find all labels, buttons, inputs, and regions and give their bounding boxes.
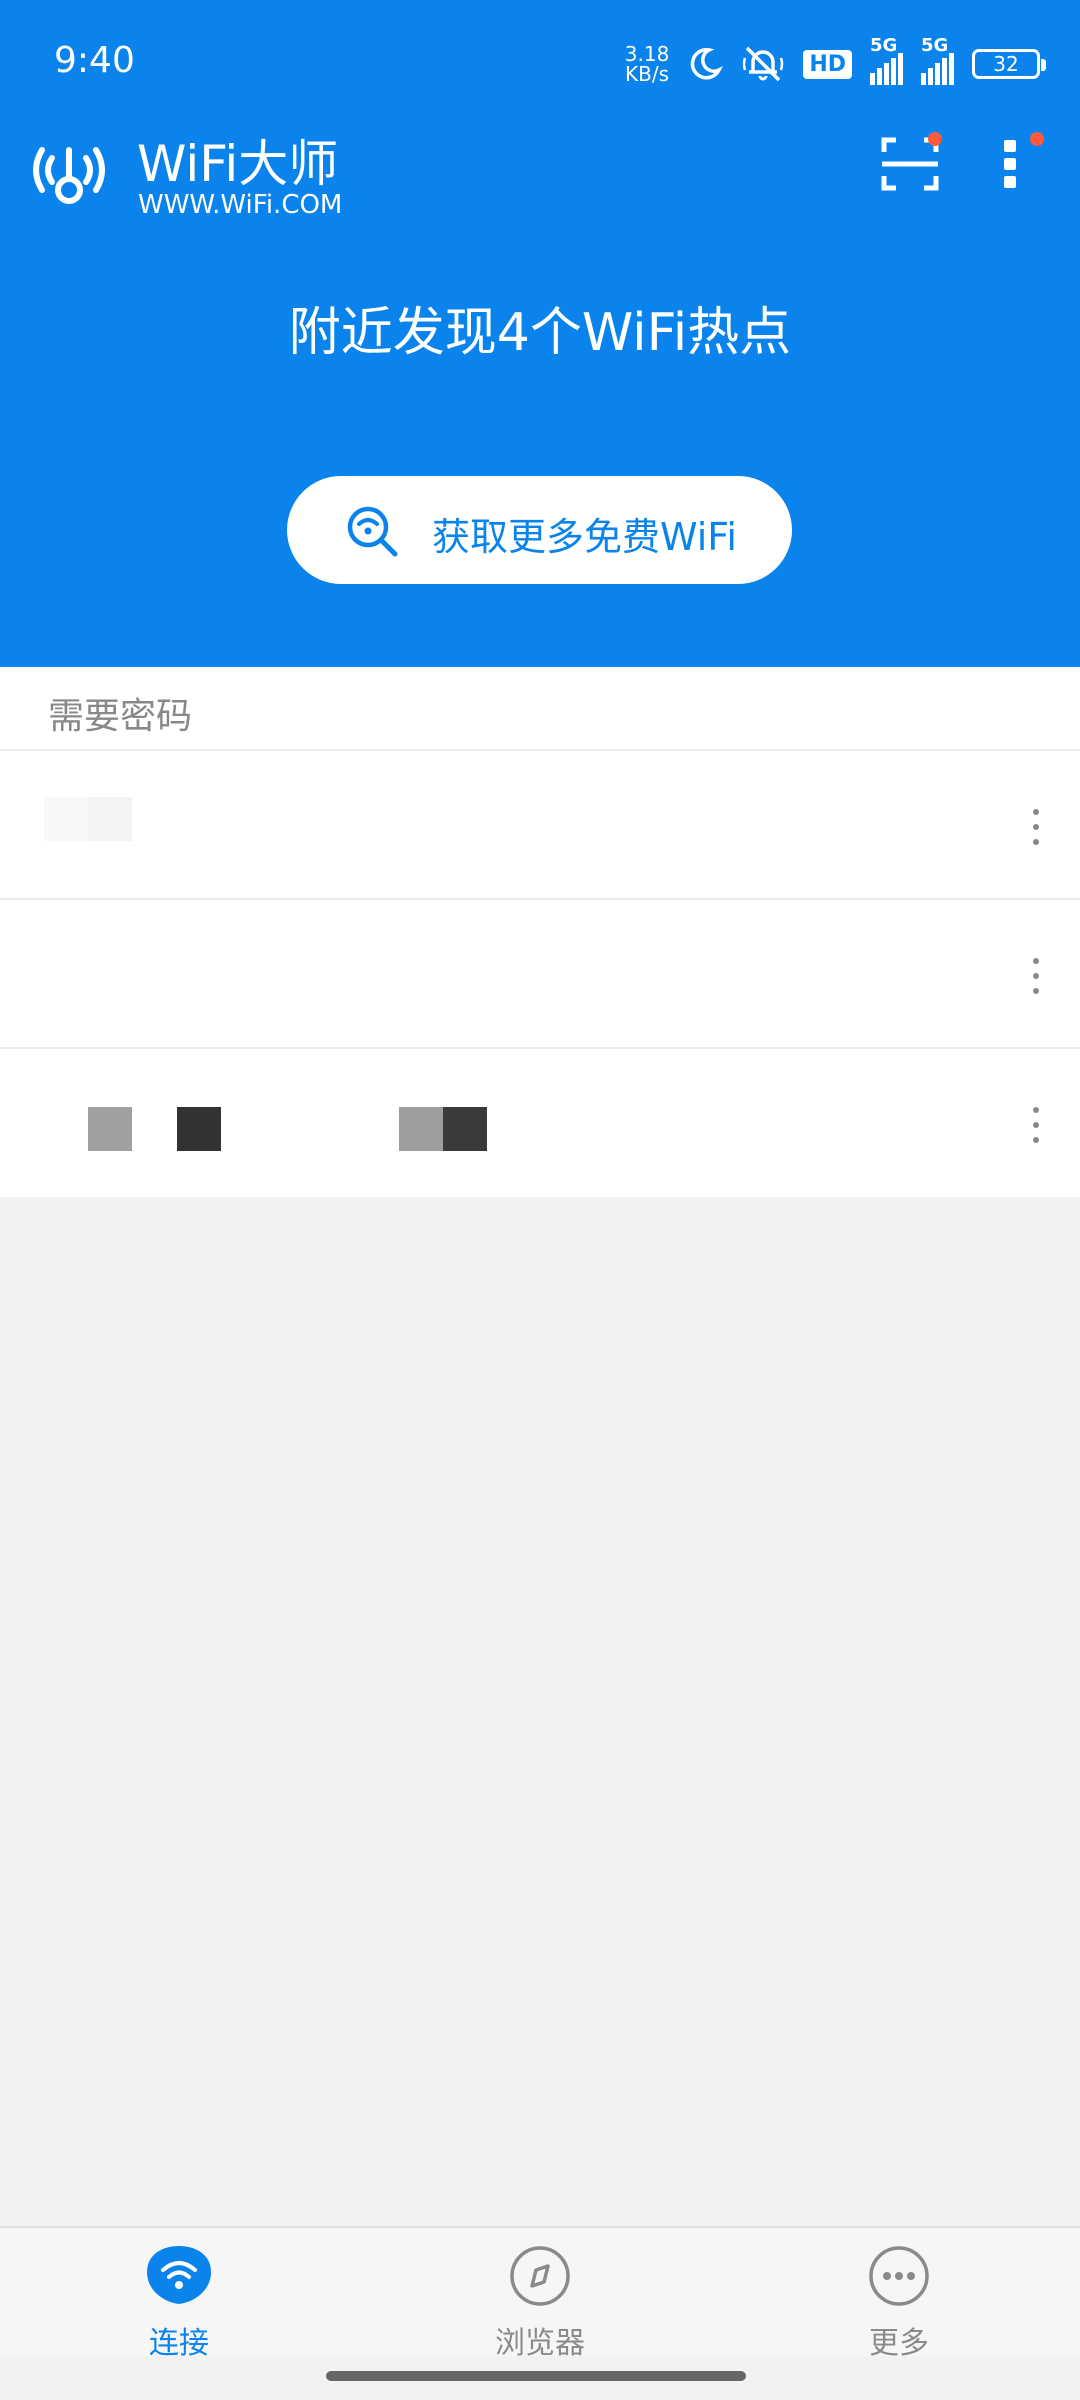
overflow-menu-button[interactable] [990,132,1044,196]
wifi-icon [147,2246,211,2304]
wifi-list: 需要密码 [0,667,1080,1197]
wifi-more-options-button[interactable] [1026,1105,1046,1145]
hd-badge: HD [803,49,852,79]
status-icons: 3.18 KB/s HD 5G 5G 32 [625,35,1046,88]
network-speed-unit: KB/s [625,62,670,86]
compass-icon [510,2246,570,2306]
scan-notification-dot [928,132,942,146]
nav-tab-connect[interactable]: 连接 [79,2242,279,2362]
search-wifi-icon [347,506,398,557]
get-more-wifi-label: 获取更多免费WiFi [432,515,737,559]
menu-notification-dot [1030,132,1044,146]
nav-tab-browser[interactable]: 浏览器 [440,2242,640,2362]
app-logo-icon [33,147,105,204]
wifi-row[interactable] [0,900,1080,1049]
get-more-wifi-button[interactable]: 获取更多免费WiFi [287,476,792,584]
hotspot-count-message: 附近发现4个WiFi热点 [288,303,792,363]
redacted-wifi-name [44,797,88,841]
nav-tab-connect-label: 连接 [149,2326,209,2361]
status-bar: 9:40 3.18 KB/s HD 5G 5G 32 [0,0,1080,120]
scan-button[interactable] [880,132,942,192]
battery-level: 32 [993,52,1019,76]
redacted-wifi-name [88,1107,132,1151]
network-speed: 3.18 KB/s [625,44,670,84]
bottom-nav: 连接 浏览器 更多 [0,2226,1080,2361]
wifi-row[interactable] [0,751,1080,900]
wifi-more-options-button[interactable] [1026,807,1046,847]
more-icon [869,2246,929,2306]
battery-icon: 32 [972,49,1046,79]
moon-icon [691,48,724,80]
redacted-block [443,1107,487,1151]
bell-off-icon [743,46,784,82]
wifi-more-options-button[interactable] [1026,956,1046,996]
nav-tab-more-label: 更多 [869,2326,929,2361]
section-title: 需要密码 [0,667,1080,751]
app-title: WiFi大师 [137,135,339,193]
wifi-row[interactable] [0,1049,1080,1198]
redacted-block [88,797,132,841]
app-domain: WWW.WiFi.COM [138,190,343,220]
gesture-bar[interactable] [326,2371,746,2381]
nav-tab-more[interactable]: 更多 [799,2242,999,2362]
signal-strength-1: 5G [870,35,903,85]
nav-tab-browser-label: 浏览器 [495,2326,585,2361]
redacted-block [399,1107,443,1151]
signal-2-label: 5G [921,35,949,56]
redacted-block [177,1107,221,1151]
signal-1-label: 5G [870,35,898,56]
status-time: 9:40 [54,40,135,81]
network-speed-value: 3.18 [624,42,670,66]
signal-strength-2: 5G [921,35,954,85]
